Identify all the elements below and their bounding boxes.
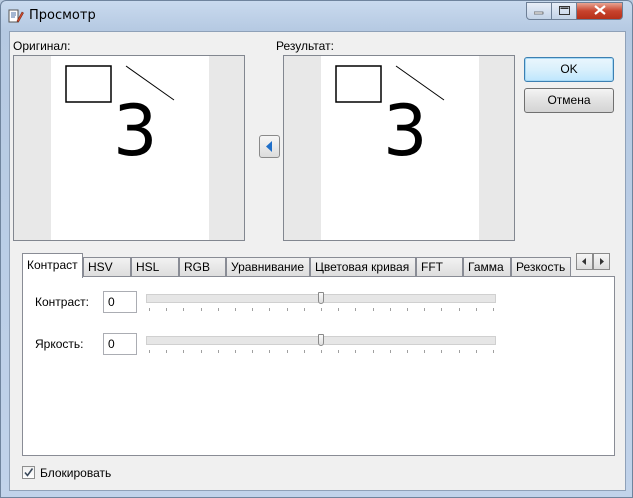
tab-hsl[interactable]: HSL bbox=[131, 257, 179, 277]
contrast-tick bbox=[355, 308, 357, 311]
checkmark-icon bbox=[23, 467, 34, 481]
original-digit: 3 bbox=[113, 90, 158, 172]
tab-color-curve[interactable]: Цветовая кривая bbox=[310, 257, 416, 277]
close-icon bbox=[593, 4, 606, 18]
brightness-tick bbox=[355, 350, 357, 353]
arrow-left-icon bbox=[260, 141, 279, 160]
contrast-tick bbox=[372, 308, 374, 311]
contrast-tick bbox=[458, 308, 460, 311]
brightness-tick bbox=[338, 350, 340, 353]
brightness-tick bbox=[475, 350, 477, 353]
contrast-tick bbox=[269, 308, 271, 311]
contrast-tick bbox=[338, 308, 340, 311]
brightness-thumb[interactable] bbox=[318, 334, 324, 346]
contrast-tick bbox=[303, 308, 305, 311]
maximize-button[interactable] bbox=[551, 2, 577, 20]
ok-button[interactable]: OK bbox=[524, 57, 614, 82]
tab-fft[interactable]: FFT bbox=[416, 257, 463, 277]
brightness-tick bbox=[183, 350, 185, 353]
brightness-ticks bbox=[146, 350, 496, 354]
brightness-tick bbox=[458, 350, 460, 353]
brightness-tick bbox=[407, 350, 408, 353]
brightness-tick bbox=[321, 350, 322, 353]
contrast-tick bbox=[200, 308, 202, 311]
contrast-tick bbox=[149, 308, 150, 311]
lock-checkbox[interactable] bbox=[22, 466, 35, 479]
brightness-field[interactable]: 0 bbox=[103, 333, 137, 355]
contrast-label: Контраст: bbox=[35, 295, 89, 309]
preview-dialog: Просмотр Оригинал: Результат: 3 3 OK Отм… bbox=[0, 0, 633, 498]
result-label: Результат: bbox=[276, 39, 334, 53]
contrast-tick bbox=[407, 308, 408, 311]
result-preview: 3 bbox=[283, 55, 515, 241]
brightness-label: Яркость: bbox=[35, 337, 84, 351]
brightness-tick bbox=[493, 350, 494, 353]
tab-hsv[interactable]: HSV bbox=[83, 257, 131, 277]
contrast-tick bbox=[286, 308, 288, 311]
contrast-tick bbox=[441, 308, 443, 311]
brightness-tick bbox=[166, 350, 168, 353]
minimize-button[interactable] bbox=[526, 2, 552, 20]
brightness-tick bbox=[372, 350, 374, 353]
brightness-tick bbox=[252, 350, 254, 353]
contrast-tick bbox=[166, 308, 168, 311]
close-button[interactable] bbox=[576, 2, 623, 20]
brightness-tick bbox=[200, 350, 202, 353]
app-icon bbox=[8, 8, 24, 24]
dialog-client-area: Оригинал: Результат: 3 3 OK Отмена Контр… bbox=[9, 31, 626, 491]
contrast-tick bbox=[321, 308, 322, 311]
tab-contrast[interactable]: Контраст bbox=[22, 253, 83, 278]
result-digit: 3 bbox=[383, 90, 428, 172]
tab-gamma[interactable]: Гамма bbox=[463, 257, 511, 277]
contrast-tick bbox=[217, 308, 219, 311]
contrast-tab-page: Контраст: 0 Яркость: 0 bbox=[22, 276, 615, 456]
brightness-tick bbox=[217, 350, 219, 353]
contrast-ticks bbox=[146, 308, 496, 312]
brightness-slider[interactable] bbox=[146, 334, 496, 358]
original-image: 3 bbox=[51, 56, 209, 240]
brightness-tick bbox=[269, 350, 271, 353]
tab-sharpness[interactable]: Резкость bbox=[511, 257, 571, 277]
window-title: Просмотр bbox=[29, 8, 96, 23]
brightness-tick bbox=[303, 350, 305, 353]
tab-scroll-right[interactable] bbox=[593, 253, 610, 270]
contrast-field[interactable]: 0 bbox=[103, 291, 137, 313]
contrast-tick bbox=[183, 308, 185, 311]
chevron-right-icon bbox=[594, 258, 609, 272]
brightness-tick bbox=[149, 350, 150, 353]
maximize-icon bbox=[558, 4, 570, 18]
contrast-tick bbox=[235, 308, 236, 311]
original-preview: 3 bbox=[13, 55, 245, 241]
minimize-icon bbox=[533, 4, 544, 18]
title-bar[interactable]: Просмотр bbox=[1, 1, 632, 31]
copy-result-button[interactable] bbox=[259, 135, 280, 158]
original-label: Оригинал: bbox=[13, 39, 71, 53]
contrast-tick bbox=[389, 308, 391, 311]
tab-rgb[interactable]: RGB bbox=[179, 257, 226, 277]
result-image: 3 bbox=[321, 56, 479, 240]
contrast-slider[interactable] bbox=[146, 292, 496, 316]
tab-equalize[interactable]: Уравнивание bbox=[226, 257, 310, 277]
contrast-tick bbox=[424, 308, 426, 311]
tab-scroll-left[interactable] bbox=[576, 253, 593, 270]
brightness-tick bbox=[235, 350, 236, 353]
brightness-tick bbox=[424, 350, 426, 353]
lock-label: Блокировать bbox=[40, 466, 112, 480]
brightness-tick bbox=[441, 350, 443, 353]
contrast-thumb[interactable] bbox=[318, 292, 324, 304]
contrast-tick bbox=[493, 308, 494, 311]
cancel-button[interactable]: Отмена bbox=[524, 88, 614, 113]
contrast-tick bbox=[475, 308, 477, 311]
contrast-tick bbox=[252, 308, 254, 311]
chevron-left-icon bbox=[577, 258, 592, 272]
brightness-tick bbox=[286, 350, 288, 353]
brightness-tick bbox=[389, 350, 391, 353]
